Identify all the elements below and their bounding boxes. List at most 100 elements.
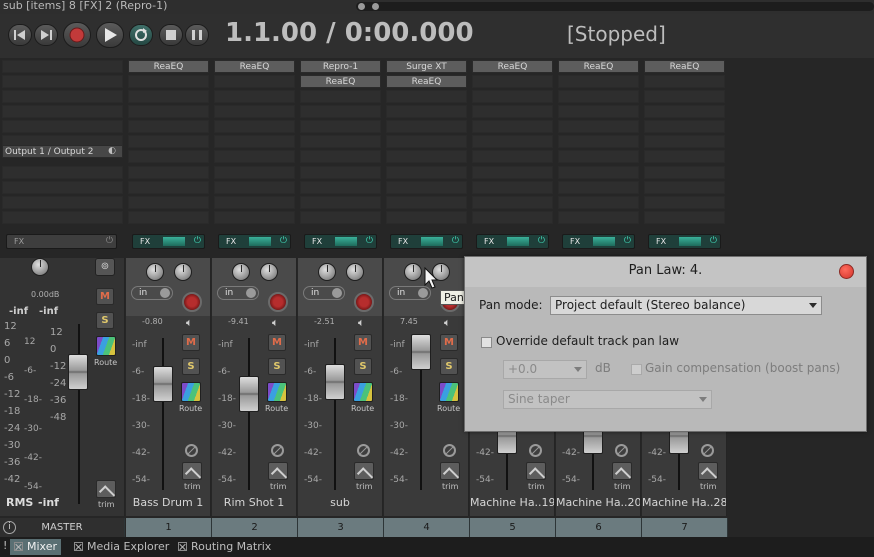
empty-fx-slot[interactable] bbox=[644, 120, 725, 133]
empty-fx-slot[interactable] bbox=[644, 75, 725, 88]
empty-fx-slot[interactable] bbox=[558, 150, 639, 163]
empty-fx-slot[interactable] bbox=[472, 120, 553, 133]
power-icon[interactable]: ⏻ bbox=[538, 236, 545, 246]
master-send-slot[interactable] bbox=[2, 166, 123, 179]
empty-fx-slot[interactable] bbox=[214, 150, 295, 163]
empty-fx-slot[interactable] bbox=[558, 211, 639, 224]
power-icon[interactable]: ⏻ bbox=[452, 236, 459, 246]
fx-slot[interactable]: ReaEQ bbox=[214, 60, 295, 73]
volume-readout[interactable]: 7.45 bbox=[400, 317, 418, 326]
power-icon[interactable]: ⏻ bbox=[106, 236, 113, 246]
trim-button[interactable] bbox=[698, 462, 718, 480]
close-icon[interactable] bbox=[14, 542, 23, 551]
empty-fx-slot[interactable] bbox=[214, 211, 295, 224]
close-icon[interactable] bbox=[74, 542, 83, 551]
master-send-slot[interactable] bbox=[2, 196, 123, 209]
empty-fx-slot[interactable] bbox=[644, 150, 725, 163]
empty-fx-slot[interactable] bbox=[128, 135, 209, 148]
empty-fx-slot[interactable] bbox=[386, 120, 467, 133]
empty-fx-slot[interactable] bbox=[558, 181, 639, 194]
route-button[interactable] bbox=[267, 382, 287, 402]
empty-fx-slot[interactable] bbox=[128, 181, 209, 194]
empty-fx-slot[interactable] bbox=[558, 166, 639, 179]
repeat-button[interactable] bbox=[129, 24, 153, 46]
empty-fx-slot[interactable] bbox=[472, 90, 553, 103]
master-fx-button[interactable]: FX ⏻ bbox=[6, 234, 117, 249]
info-icon[interactable]: i bbox=[3, 521, 16, 534]
track-name[interactable]: sub bbox=[298, 496, 382, 509]
solo-button[interactable]: S bbox=[268, 358, 286, 375]
phase-invert-icon[interactable] bbox=[443, 444, 456, 457]
volume-fader[interactable] bbox=[411, 334, 431, 370]
empty-fx-slot[interactable] bbox=[558, 105, 639, 118]
taper-select[interactable]: Sine taper bbox=[503, 390, 712, 409]
close-icon[interactable] bbox=[178, 542, 187, 551]
empty-fx-slot[interactable] bbox=[300, 196, 381, 209]
empty-fx-slot[interactable] bbox=[214, 120, 295, 133]
volume-knob[interactable] bbox=[232, 263, 250, 281]
trim-button[interactable] bbox=[612, 462, 632, 480]
empty-fx-slot[interactable] bbox=[558, 196, 639, 209]
override-pan-law-label[interactable]: Override default track pan law bbox=[496, 334, 679, 348]
master-send-slot[interactable] bbox=[2, 181, 123, 194]
route-button[interactable] bbox=[181, 382, 201, 402]
fx-slot[interactable]: ReaEQ bbox=[386, 75, 467, 88]
fx-button[interactable]: FX ⏻ bbox=[648, 234, 721, 249]
master-fx-slot[interactable] bbox=[2, 60, 123, 73]
phase-invert-icon[interactable] bbox=[701, 444, 714, 457]
empty-fx-slot[interactable] bbox=[644, 90, 725, 103]
solo-button[interactable]: S bbox=[354, 358, 372, 375]
pan-mode-select[interactable]: Project default (Stereo balance) bbox=[550, 296, 822, 315]
empty-fx-slot[interactable] bbox=[472, 166, 553, 179]
tab-routing-matrix[interactable]: Routing Matrix bbox=[178, 539, 271, 555]
phase-invert-icon[interactable] bbox=[271, 444, 284, 457]
empty-fx-slot[interactable] bbox=[472, 75, 553, 88]
route-button[interactable] bbox=[439, 382, 459, 402]
empty-fx-slot[interactable] bbox=[214, 181, 295, 194]
speaker-icon[interactable]: 🔈︎ bbox=[186, 316, 193, 330]
mute-button[interactable]: M bbox=[440, 334, 458, 351]
pan-knob[interactable] bbox=[260, 263, 278, 281]
fx-slot[interactable]: ReaEQ bbox=[558, 60, 639, 73]
record-input-select[interactable]: in bbox=[217, 286, 259, 300]
empty-fx-slot[interactable] bbox=[558, 75, 639, 88]
empty-fx-slot[interactable] bbox=[386, 196, 467, 209]
master-solo-button[interactable]: S bbox=[96, 312, 114, 329]
fx-button[interactable]: FX ⏻ bbox=[390, 234, 463, 249]
pan-law-db-select[interactable]: +0.0 bbox=[503, 360, 587, 379]
empty-fx-slot[interactable] bbox=[472, 105, 553, 118]
speaker-icon[interactable]: 🔈︎ bbox=[358, 316, 365, 330]
phase-invert-icon[interactable] bbox=[615, 444, 628, 457]
phase-invert-icon[interactable] bbox=[185, 444, 198, 457]
record-input-select[interactable]: in bbox=[131, 286, 173, 300]
volume-readout[interactable]: -9.41 bbox=[228, 317, 249, 326]
master-route-button[interactable] bbox=[96, 336, 116, 356]
empty-fx-slot[interactable] bbox=[386, 181, 467, 194]
empty-fx-slot[interactable] bbox=[128, 105, 209, 118]
record-button[interactable] bbox=[63, 22, 91, 48]
fx-slot[interactable]: ReaEQ bbox=[472, 60, 553, 73]
empty-fx-slot[interactable] bbox=[128, 166, 209, 179]
master-output-routing[interactable]: Output 1 / Output 2 ◐ bbox=[2, 145, 123, 158]
master-volume-readout[interactable]: 0.00dB bbox=[31, 290, 59, 299]
record-input-select[interactable]: in bbox=[303, 286, 345, 300]
track-number[interactable]: 1 bbox=[126, 518, 212, 537]
master-label-row[interactable]: i MASTER bbox=[0, 518, 125, 537]
volume-readout[interactable]: -0.80 bbox=[142, 317, 163, 326]
track-name[interactable]: Rim Shot 1 bbox=[212, 496, 296, 509]
fx-slot[interactable]: Surge XT bbox=[386, 60, 467, 73]
empty-fx-slot[interactable] bbox=[644, 196, 725, 209]
mute-button[interactable]: M bbox=[268, 334, 286, 351]
empty-fx-slot[interactable] bbox=[472, 211, 553, 224]
record-arm-button[interactable] bbox=[354, 292, 374, 312]
power-icon[interactable]: ⏻ bbox=[624, 236, 631, 246]
tab-media-explorer[interactable]: Media Explorer bbox=[74, 539, 169, 555]
empty-fx-slot[interactable] bbox=[128, 196, 209, 209]
trim-button[interactable] bbox=[268, 462, 288, 480]
empty-fx-slot[interactable] bbox=[644, 105, 725, 118]
empty-fx-slot[interactable] bbox=[558, 135, 639, 148]
master-pan-knob[interactable] bbox=[31, 258, 49, 276]
track-number[interactable]: 5 bbox=[470, 518, 556, 537]
record-arm-button[interactable] bbox=[268, 292, 288, 312]
track-name[interactable]: Bass Drum 1 bbox=[126, 496, 210, 509]
